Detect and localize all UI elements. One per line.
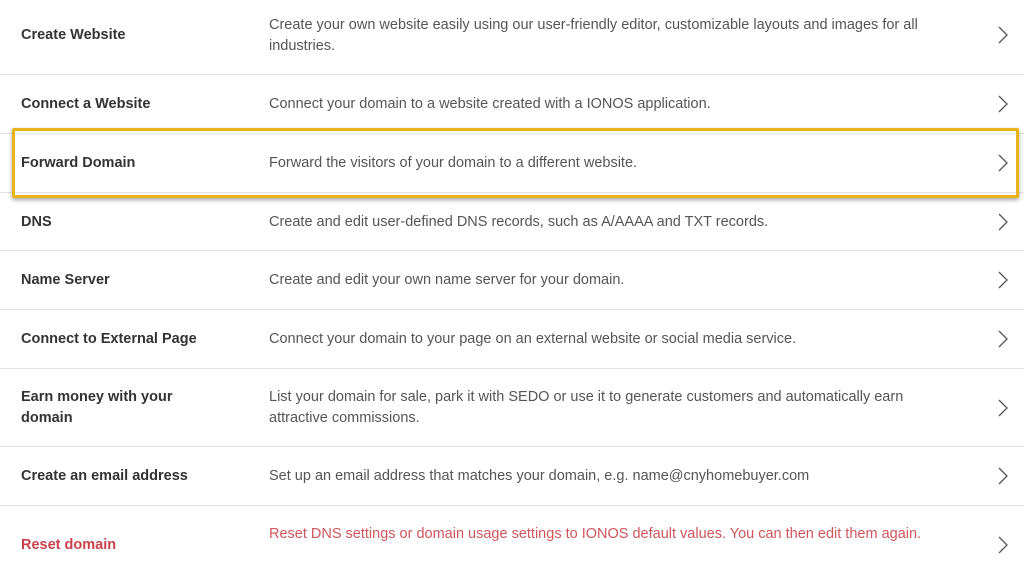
row-connect-website[interactable]: Connect a Website Connect your domain to… (0, 75, 1024, 134)
row-title: Connect to External Page (21, 331, 197, 347)
chevron-right-icon[interactable] (998, 154, 1012, 172)
row-reset-domain[interactable]: Reset domain Reset DNS settings or domai… (0, 506, 1024, 581)
row-description: Connect your domain to a website created… (269, 96, 711, 112)
chevron-right-icon[interactable] (998, 271, 1012, 289)
row-description: Create and edit user-defined DNS records… (269, 214, 769, 230)
row-description: Set up an email address that matches you… (269, 468, 810, 484)
row-title: DNS (21, 214, 52, 230)
chevron-right-icon[interactable] (998, 26, 1012, 44)
row-description: Create your own website easily using our… (269, 17, 918, 54)
chevron-right-icon[interactable] (998, 467, 1012, 485)
row-description: List your domain for sale, park it with … (269, 389, 904, 426)
row-description: Create and edit your own name server for… (269, 272, 625, 288)
row-description: Reset DNS settings or domain usage setti… (269, 526, 922, 542)
chevron-right-icon[interactable] (998, 536, 1012, 554)
row-create-website[interactable]: Create Website Create your own website e… (0, 0, 1024, 75)
row-dns[interactable]: DNS Create and edit user-defined DNS rec… (0, 193, 1024, 251)
chevron-right-icon[interactable] (998, 330, 1012, 348)
row-connect-external-page[interactable]: Connect to External Page Connect your do… (0, 310, 1024, 369)
row-create-email[interactable]: Create an email address Set up an email … (0, 447, 1024, 506)
row-title: Create an email address (21, 468, 188, 484)
row-description: Connect your domain to your page on an e… (269, 331, 797, 347)
chevron-right-icon[interactable] (998, 213, 1012, 231)
row-title: Forward Domain (21, 155, 136, 171)
row-title: Reset domain (21, 537, 117, 553)
row-title: Earn money with your domain (21, 389, 173, 426)
row-forward-domain[interactable]: Forward Domain Forward the visitors of y… (0, 134, 1024, 193)
chevron-right-icon[interactable] (998, 95, 1012, 113)
row-earn-money[interactable]: Earn money with your domain List your do… (0, 369, 1024, 447)
row-name-server[interactable]: Name Server Create and edit your own nam… (0, 251, 1024, 310)
chevron-right-icon[interactable] (998, 399, 1012, 417)
row-title: Create Website (21, 27, 126, 43)
row-description: Forward the visitors of your domain to a… (269, 155, 638, 171)
row-title: Name Server (21, 272, 110, 288)
row-title: Connect a Website (21, 96, 151, 112)
